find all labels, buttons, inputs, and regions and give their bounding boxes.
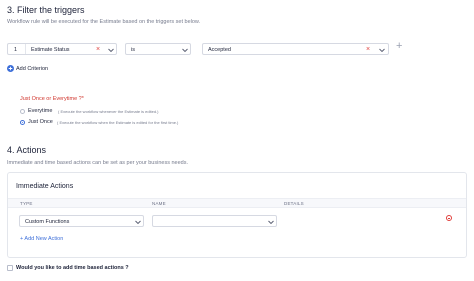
- execution-option-just-once[interactable]: Just Once ( Execute the workflow when th…: [20, 119, 320, 126]
- chevron-down-icon[interactable]: [267, 218, 275, 226]
- action-name-select[interactable]: [152, 215, 277, 227]
- filter-section-title: 3. Filter the triggers: [7, 5, 85, 15]
- column-name: NAME: [152, 201, 166, 206]
- execution-label-text: Just Once or Everytime ?: [20, 96, 82, 102]
- criterion-index: 1: [14, 47, 18, 53]
- clear-value-icon[interactable]: ×: [366, 46, 370, 53]
- execution-label: Just Once or Everytime ?*: [20, 96, 84, 102]
- required-mark: *: [81, 96, 84, 102]
- criterion-index-divider: [25, 44, 26, 54]
- minus-circle-icon[interactable]: [446, 215, 452, 221]
- clear-field-icon[interactable]: ×: [96, 46, 100, 53]
- checkbox-icon[interactable]: [7, 265, 13, 271]
- just-once-hint: ( Execute the workflow when the Estimate…: [57, 120, 179, 125]
- immediate-actions-title: Immediate Actions: [16, 183, 74, 190]
- radio-checked-icon[interactable]: [20, 120, 25, 125]
- column-details: DETAILS: [284, 201, 304, 206]
- execution-option-everytime[interactable]: Everytime ( Execute the workflow wheneve…: [20, 108, 320, 115]
- actions-section-title: 4. Actions: [7, 145, 47, 155]
- time-based-actions-label: Would you like to add time based actions…: [16, 265, 129, 271]
- immediate-actions-panel: Immediate Actions TYPE NAME DETAILS Cust…: [7, 172, 467, 258]
- filter-section-description: Workflow rule will be executed for the E…: [7, 19, 201, 25]
- chevron-down-icon[interactable]: [134, 218, 142, 226]
- add-new-action-link[interactable]: + Add New Action: [20, 236, 63, 242]
- just-once-label: Just Once: [28, 119, 53, 125]
- column-type: TYPE: [20, 201, 33, 206]
- actions-table-header: TYPE NAME DETAILS: [8, 198, 466, 208]
- chevron-down-icon[interactable]: [181, 46, 189, 54]
- everytime-hint: ( Execute the workflow whenever the Esti…: [58, 109, 159, 114]
- add-criterion-label: Add Criterion: [16, 66, 49, 72]
- criterion-operator-value: is: [131, 47, 135, 53]
- everytime-label: Everytime: [28, 108, 53, 114]
- action-type-value: Custom Functions: [25, 219, 70, 225]
- criterion-field-value: Estimate Status: [31, 47, 70, 53]
- criterion-field-select[interactable]: 1 Estimate Status ×: [7, 43, 117, 55]
- criterion-value-select[interactable]: Accepted ×: [202, 43, 389, 55]
- chevron-down-icon[interactable]: [378, 46, 386, 54]
- criterion-value-value: Accepted: [208, 47, 231, 53]
- time-based-actions-toggle[interactable]: Would you like to add time based actions…: [7, 265, 207, 273]
- plus-circle-icon: [7, 65, 14, 72]
- criterion-operator-select[interactable]: is: [125, 43, 191, 55]
- add-condition-icon[interactable]: +: [396, 41, 402, 52]
- chevron-down-icon[interactable]: [107, 46, 115, 54]
- radio-unchecked-icon[interactable]: [20, 109, 25, 114]
- actions-section-description: Immediate and time based actions can be …: [7, 160, 188, 166]
- action-type-select[interactable]: Custom Functions: [19, 215, 144, 227]
